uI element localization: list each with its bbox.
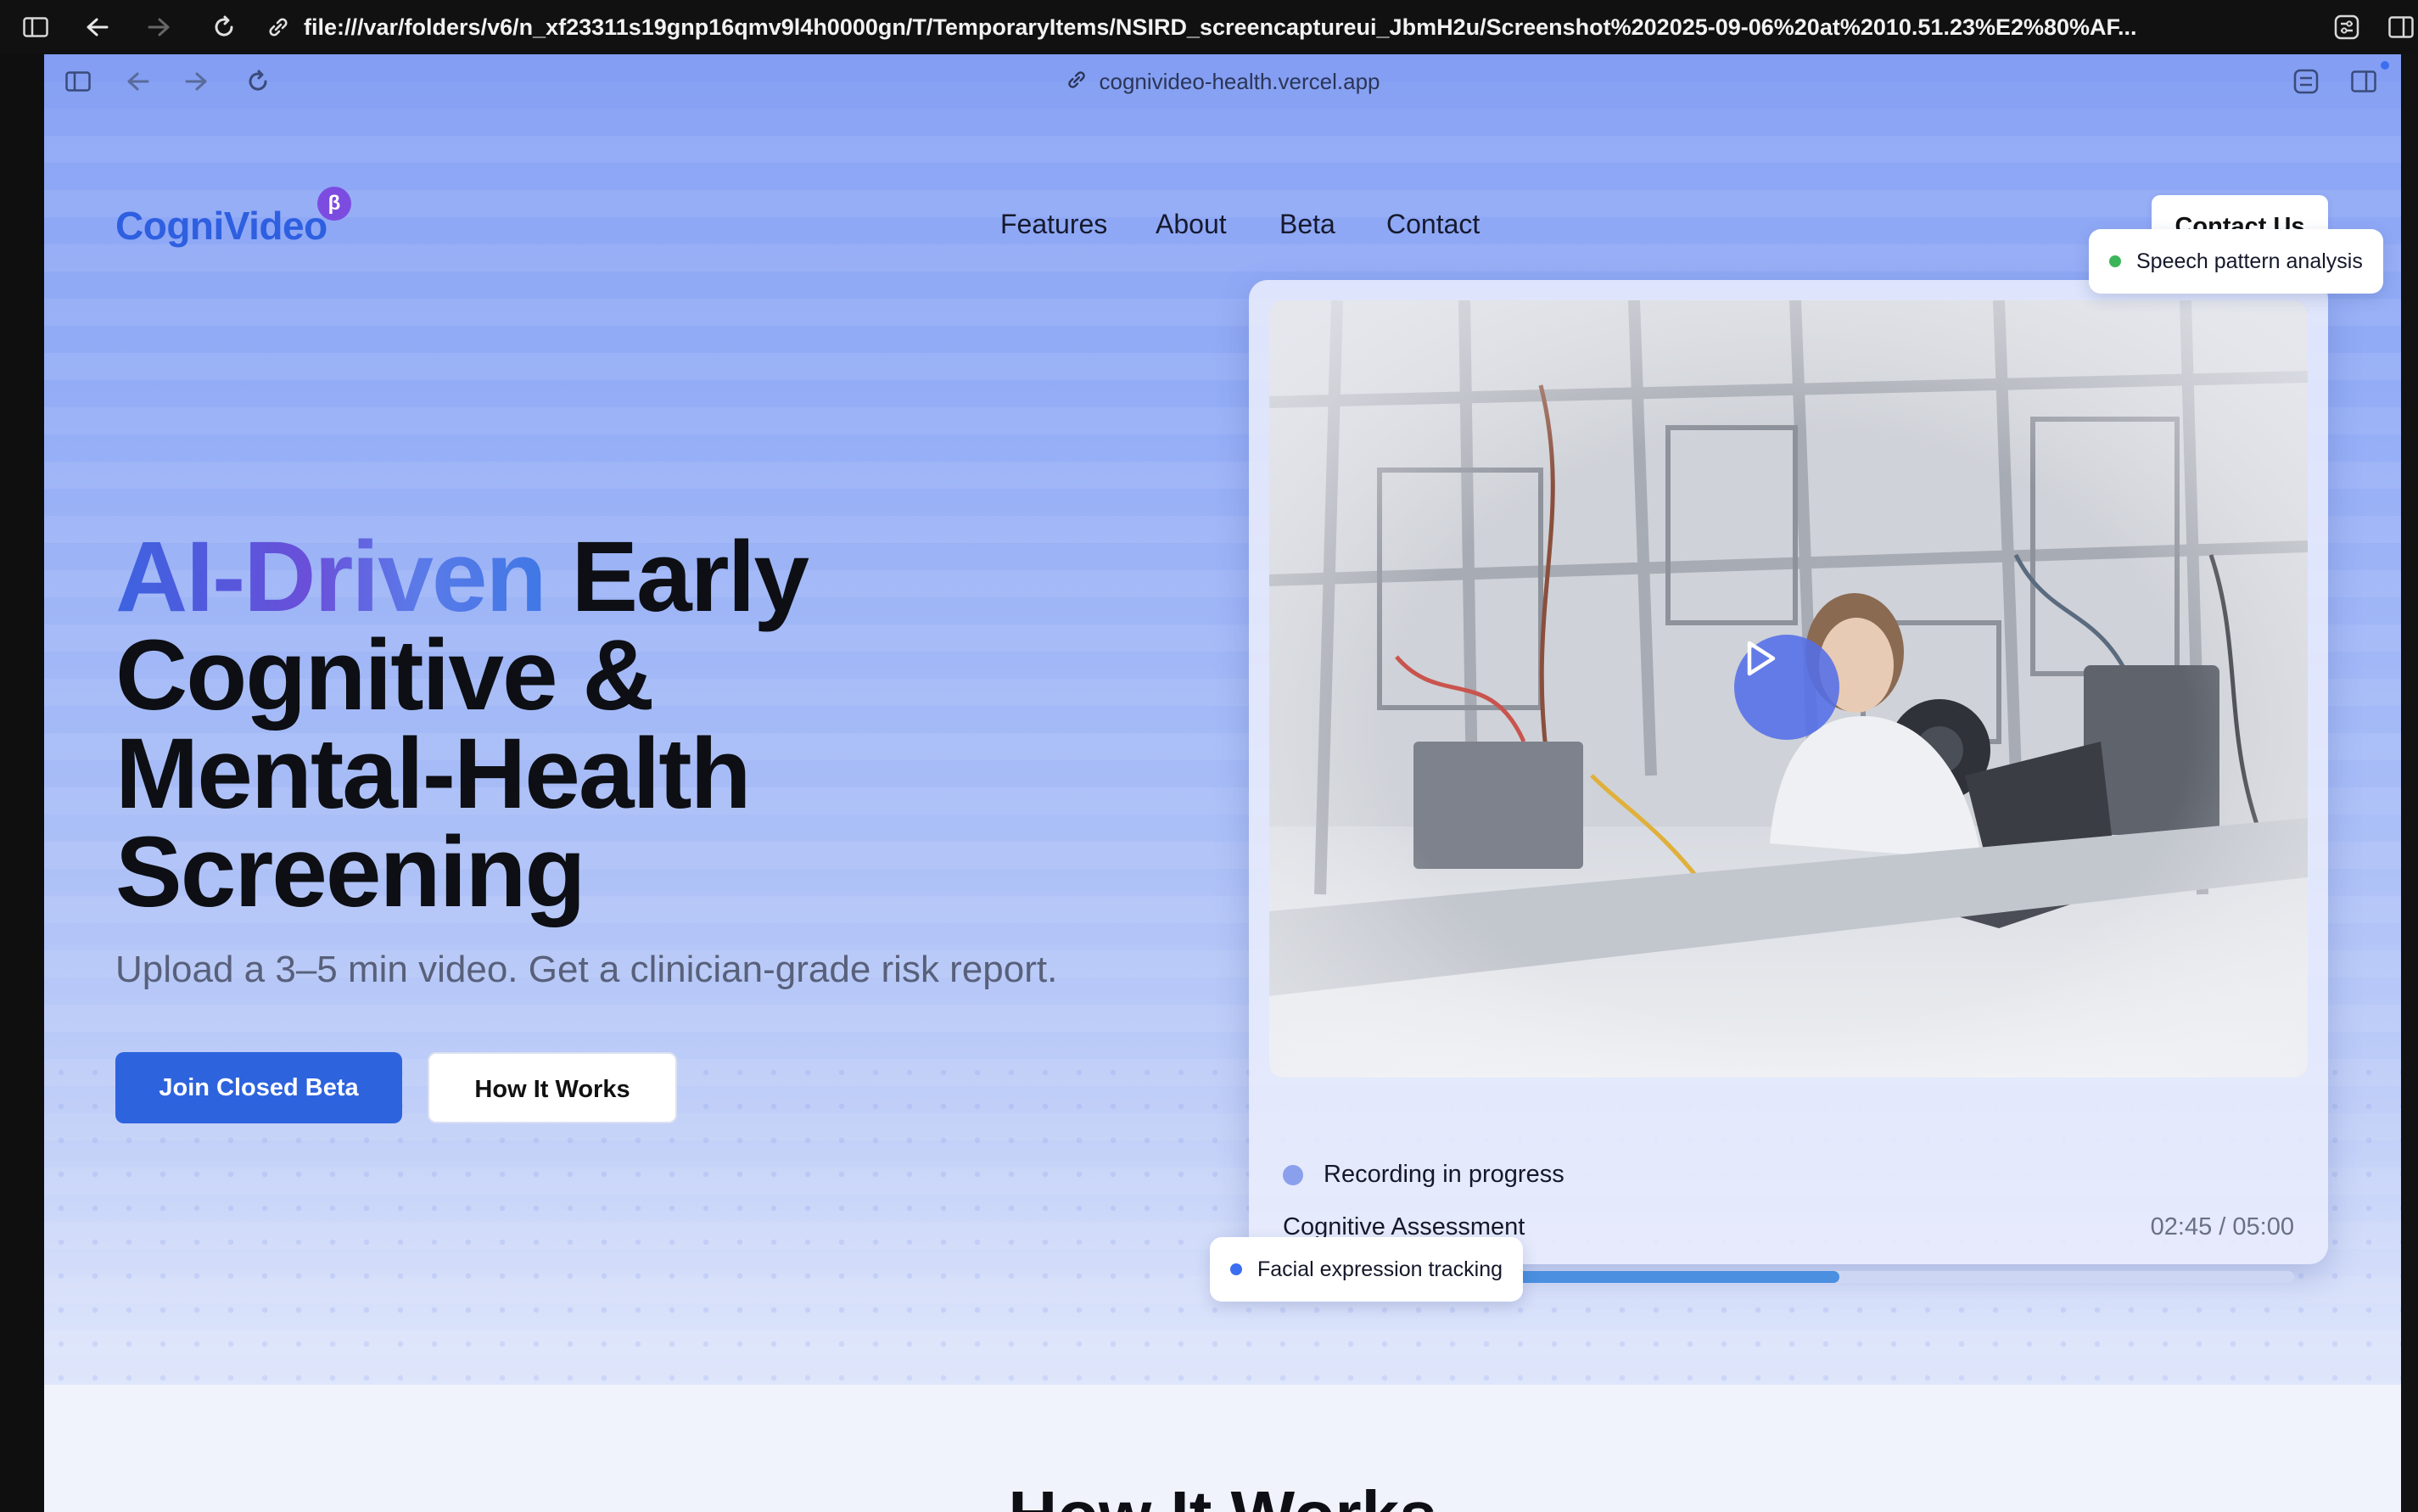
link-icon <box>1066 56 1088 110</box>
outer-browser-toolbar: file:///var/folders/v6/n_xf23311s19gnp16… <box>0 0 2418 54</box>
hero-title-highlight: AI-Driven <box>115 521 547 633</box>
notification-dot <box>2381 61 2389 70</box>
hero-title-line: Cognitive & <box>115 619 655 731</box>
nav-contact[interactable]: Contact <box>1386 209 1480 240</box>
hero-title-part: Early <box>545 521 809 633</box>
inner-browser-toolbar: cognivideo-health.vercel.app <box>44 54 2401 109</box>
outer-address-bar[interactable]: file:///var/folders/v6/n_xf23311s19gnp16… <box>304 0 2323 54</box>
play-button[interactable] <box>1734 635 1839 740</box>
extensions-icon[interactable] <box>2289 64 2323 98</box>
web-page: cognivideo-health.vercel.app CogniVideo … <box>44 54 2401 1512</box>
recording-status-text: Recording in progress <box>1324 1161 1564 1188</box>
split-view-icon[interactable] <box>2347 64 2381 98</box>
forward-arrow-icon[interactable] <box>143 10 176 44</box>
window-edge <box>0 54 44 1512</box>
status-dot-green <box>2109 255 2121 267</box>
hero-title: AI-Driven Early Cognitive & Mental-Healt… <box>115 527 1133 922</box>
video-preview[interactable] <box>1269 300 2308 1078</box>
inner-url-text: cognivideo-health.vercel.app <box>1099 69 1380 94</box>
hero-title-line: Screening <box>115 816 586 928</box>
nav-features[interactable]: Features <box>1000 209 1107 240</box>
hero-subtitle: Upload a 3–5 min video. Get a clinician-… <box>115 949 1058 990</box>
nav-beta[interactable]: Beta <box>1279 209 1335 240</box>
inner-address-bar[interactable]: cognivideo-health.vercel.app <box>44 54 2401 109</box>
back-arrow-icon[interactable] <box>80 10 114 44</box>
status-dot-blue <box>1230 1263 1242 1275</box>
link-icon <box>261 10 295 44</box>
reload-icon[interactable] <box>207 10 241 44</box>
hero-title-line: Mental-Health <box>115 718 752 830</box>
section-title: How It Works <box>44 1476 2401 1512</box>
recording-status: Recording in progress <box>1283 1161 1564 1189</box>
speech-analysis-chip: Speech pattern analysis <box>2089 229 2383 294</box>
extensions-icon[interactable] <box>2330 10 2364 44</box>
facial-tracking-label: Facial expression tracking <box>1257 1257 1503 1281</box>
nav-about[interactable]: About <box>1156 209 1227 240</box>
logo[interactable]: CogniVideo <box>115 203 327 249</box>
split-view-icon[interactable] <box>2384 10 2418 44</box>
time-display: 02:45 / 05:00 <box>2150 1213 2294 1240</box>
recording-indicator-dot <box>1283 1164 1303 1185</box>
play-icon <box>1747 641 1776 676</box>
facial-tracking-chip: Facial expression tracking <box>1210 1237 1524 1302</box>
how-it-works-button[interactable]: How It Works <box>428 1052 677 1123</box>
join-closed-beta-button[interactable]: Join Closed Beta <box>115 1052 402 1123</box>
sidebar-toggle-icon[interactable] <box>19 10 53 44</box>
video-demo-card: Recording in progress Cognitive Assessme… <box>1249 280 2328 1283</box>
beta-badge: β <box>317 187 351 221</box>
speech-analysis-label: Speech pattern analysis <box>2136 249 2363 273</box>
